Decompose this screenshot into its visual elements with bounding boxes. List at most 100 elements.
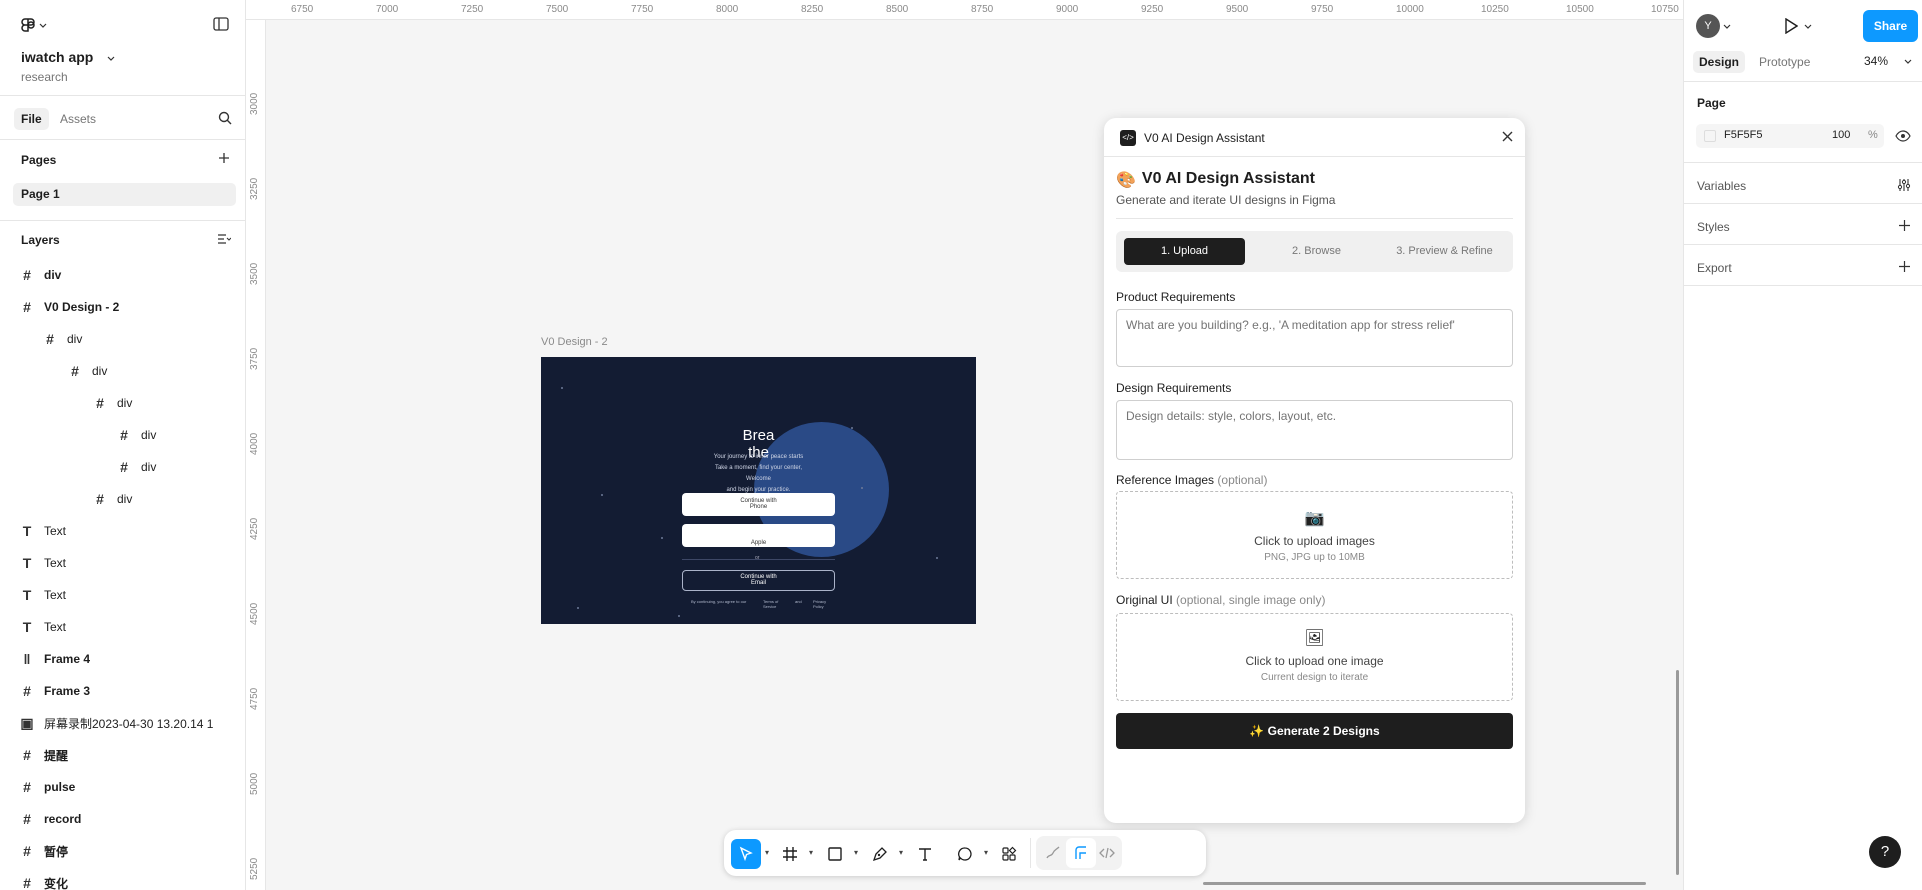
dev-mode-button[interactable] xyxy=(1092,838,1122,868)
layer-item[interactable]: # V0 Design - 2 xyxy=(21,291,119,323)
toolbar-divider xyxy=(1030,838,1031,868)
shape-tool-button[interactable] xyxy=(820,839,850,869)
ruler-tick-label: 5250 xyxy=(249,857,260,880)
product-requirements-label: Product Requirements xyxy=(1116,290,1236,304)
layer-item[interactable]: T Text xyxy=(21,515,66,547)
reference-upload-cta: Click to upload images xyxy=(1254,534,1375,548)
design-requirements-textarea[interactable]: Design details: style, colors, layout, e… xyxy=(1116,400,1513,460)
main-menu-button[interactable] xyxy=(21,16,47,34)
layer-item[interactable]: # div xyxy=(118,451,156,483)
help-button[interactable]: ? xyxy=(1869,836,1901,868)
product-requirements-textarea[interactable]: What are you building? e.g., 'A meditati… xyxy=(1116,309,1513,367)
layer-label: div xyxy=(92,364,108,378)
ruler-left: 3000 3250 3500 3750 4000 4250 4500 4750 5000 5250 xyxy=(246,20,266,890)
mode-switcher xyxy=(1036,836,1122,870)
tab-file[interactable]: File xyxy=(14,108,49,130)
text-icon: T xyxy=(22,587,32,603)
layer-item[interactable]: # record xyxy=(21,803,81,835)
layer-item[interactable]: T Text xyxy=(21,547,66,579)
layer-item[interactable]: # 暂停 xyxy=(21,835,68,867)
styles-title: Styles xyxy=(1697,220,1730,234)
layer-label: 变化 xyxy=(44,876,69,890)
layer-label: pulse xyxy=(44,780,76,794)
eye-icon[interactable] xyxy=(1895,130,1911,142)
page-item-page-1[interactable]: Page 1 xyxy=(13,183,236,206)
chevron-down-icon[interactable]: ▾ xyxy=(809,848,813,857)
preview-footer: By continuing, you agree to our Terms of … xyxy=(691,599,827,609)
export-section[interactable]: Export xyxy=(1684,245,1922,286)
page-opacity[interactable]: 100 xyxy=(1832,129,1850,141)
layer-item[interactable]: # 提醒 xyxy=(21,739,68,771)
close-icon[interactable] xyxy=(1502,131,1513,142)
ruler-tick-label: 4750 xyxy=(249,687,260,710)
layer-item[interactable]: # pulse xyxy=(21,771,75,803)
design-requirements-label: Design Requirements xyxy=(1116,381,1232,395)
horizontal-scrollbar[interactable] xyxy=(1203,882,1646,885)
layer-item[interactable]: # div xyxy=(44,323,82,355)
sidebar-toggle-icon[interactable] xyxy=(213,17,229,31)
frame-tool-button[interactable] xyxy=(775,839,805,869)
layer-item[interactable]: # Frame 3 xyxy=(21,675,90,707)
layer-item[interactable]: # div xyxy=(69,355,107,387)
layer-item[interactable]: T Text xyxy=(21,579,66,611)
text-icon xyxy=(919,848,931,861)
collapse-layers-icon[interactable] xyxy=(217,233,231,245)
layer-item[interactable]: # 变化 xyxy=(21,867,68,890)
move-tool-button[interactable] xyxy=(731,839,761,869)
ruler-tick-label: 7000 xyxy=(376,4,399,15)
chevron-down-icon[interactable]: ▾ xyxy=(899,848,903,857)
search-icon[interactable] xyxy=(218,111,232,125)
project-title[interactable]: iwatch app xyxy=(21,49,115,65)
text-tool-button[interactable] xyxy=(910,839,940,869)
step-preview-refine[interactable]: 3. Preview & Refine xyxy=(1384,238,1505,265)
generate-designs-button[interactable]: ✨ Generate 2 Designs xyxy=(1116,713,1513,749)
step-browse[interactable]: 2. Browse xyxy=(1256,238,1377,265)
ruler-tick-label: 4000 xyxy=(249,432,260,455)
code-icon: </> xyxy=(1120,130,1136,146)
layer-item[interactable]: # div xyxy=(118,419,156,451)
layer-item[interactable]: ▣ 屏幕录制2023-04-30 13.20.14 1 xyxy=(20,707,214,739)
comment-tool-button[interactable] xyxy=(950,839,980,869)
layer-label: Text xyxy=(44,588,67,602)
ruler-tick-label: 9000 xyxy=(1056,4,1079,15)
tab-assets[interactable]: Assets xyxy=(53,108,103,130)
plus-icon[interactable] xyxy=(1899,261,1910,272)
layers-title: Layers xyxy=(21,233,60,247)
styles-section[interactable]: Styles xyxy=(1684,204,1922,245)
original-ui-dropzone[interactable]: 🖼 Click to upload one image Current desi… xyxy=(1116,613,1513,701)
plus-icon[interactable] xyxy=(1899,220,1910,231)
layer-item[interactable]: ‖ Frame 4 xyxy=(21,643,91,675)
layer-label: Text xyxy=(44,556,67,570)
reference-images-label: Reference Images (optional) xyxy=(1116,473,1268,487)
layer-label: 屏幕录制2023-04-30 13.20.14 1 xyxy=(44,716,214,731)
layer-label: record xyxy=(44,812,82,826)
resources-button[interactable] xyxy=(994,839,1024,869)
original-ui-label: Original UI (optional, single image only… xyxy=(1116,593,1326,607)
layer-item[interactable]: # div xyxy=(21,259,61,291)
preview-email-button: Continue with Email xyxy=(682,570,835,591)
chevron-down-icon[interactable]: ▾ xyxy=(765,848,769,857)
ruler-tick-label: 7500 xyxy=(546,4,569,15)
sliders-icon[interactable] xyxy=(1897,178,1911,192)
draw-mode-button[interactable] xyxy=(1038,838,1068,868)
chevron-down-icon[interactable]: ▾ xyxy=(984,848,988,857)
layer-item[interactable]: # div xyxy=(94,387,132,419)
variables-section[interactable]: Variables xyxy=(1684,163,1922,204)
layer-item[interactable]: T Text xyxy=(21,611,66,643)
layer-item[interactable]: # div xyxy=(94,483,132,515)
add-page-button[interactable] xyxy=(218,152,230,164)
reference-images-dropzone[interactable]: 📷 Click to upload images PNG, JPG up to … xyxy=(1116,491,1513,579)
design-frame-preview[interactable]: Brea the Your journey to inner peace star… xyxy=(541,357,976,624)
layer-label: div xyxy=(44,268,62,282)
layer-label: V0 Design - 2 xyxy=(44,300,120,314)
vertical-scrollbar[interactable] xyxy=(1676,670,1679,875)
plus-icon xyxy=(219,153,229,163)
frame-label[interactable]: V0 Design - 2 xyxy=(541,336,608,348)
preview-apple-button: Apple xyxy=(682,524,835,547)
chevron-down-icon[interactable]: ▾ xyxy=(854,848,858,857)
page-color-field[interactable]: F5F5F5 100 % xyxy=(1696,124,1884,148)
step-upload[interactable]: 1. Upload xyxy=(1124,238,1245,265)
plugin-subheading: Generate and iterate UI designs in Figma xyxy=(1116,193,1336,207)
pen-tool-button[interactable] xyxy=(865,839,895,869)
layer-label: Frame 4 xyxy=(44,652,91,666)
